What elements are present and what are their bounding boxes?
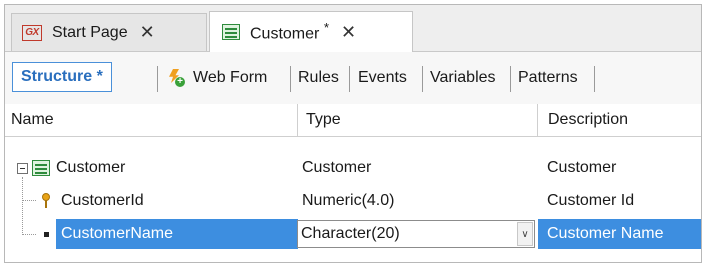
column-header-description[interactable]: Description xyxy=(538,104,701,136)
tab-rules[interactable]: Rules xyxy=(298,66,339,90)
structure-grid-header: Name Type Description xyxy=(5,104,701,137)
close-icon[interactable]: ✕ xyxy=(140,22,155,43)
genexus-icon: GX xyxy=(22,24,42,41)
tab-structure[interactable]: Structure * xyxy=(12,62,112,92)
type-combobox[interactable]: Character(20) ∨ xyxy=(297,220,535,248)
row-description: Customer Id xyxy=(547,192,635,209)
table-icon xyxy=(32,160,50,176)
close-icon[interactable]: ✕ xyxy=(341,22,356,43)
chevron-down-icon[interactable]: ∨ xyxy=(517,222,533,246)
web-form-icon: + xyxy=(167,69,185,87)
modified-indicator: * xyxy=(323,20,329,36)
row-name: CustomerName xyxy=(56,219,298,249)
separator xyxy=(510,66,511,92)
separator xyxy=(157,66,158,92)
tab-events[interactable]: Events xyxy=(358,66,407,90)
tab-start-page[interactable]: GX Start Page ✕ xyxy=(11,13,207,51)
separator xyxy=(422,66,423,92)
tab-variables[interactable]: Variables xyxy=(430,66,496,90)
row-name: Customer xyxy=(56,159,126,176)
structure-row-customer[interactable]: Customer Customer Customer xyxy=(5,153,701,183)
row-description: Customer xyxy=(547,159,617,176)
structure-row-customername[interactable]: CustomerName Character(20) ∨ Customer Na… xyxy=(5,219,701,249)
column-header-name[interactable]: Name xyxy=(5,104,298,136)
row-description: Customer Name xyxy=(538,219,701,249)
collapse-icon[interactable] xyxy=(17,162,28,174)
document-tab-strip: GX Start Page ✕ Customer * ✕ xyxy=(5,5,701,52)
tab-label: Start Page xyxy=(52,23,128,41)
row-type: Numeric(4.0) xyxy=(302,192,395,209)
column-header-type[interactable]: Type xyxy=(298,104,538,136)
separator xyxy=(290,66,291,92)
separator xyxy=(349,66,350,92)
row-name: CustomerId xyxy=(61,192,144,209)
tab-label: Web Form xyxy=(193,69,268,86)
tab-customer[interactable]: Customer * ✕ xyxy=(209,11,413,52)
key-icon xyxy=(41,193,51,209)
bullet-icon xyxy=(44,231,49,237)
tab-patterns[interactable]: Patterns xyxy=(518,66,578,90)
table-icon xyxy=(222,24,240,40)
tab-web-form[interactable]: + Web Form xyxy=(167,66,267,90)
type-value: Character(20) xyxy=(301,225,400,242)
object-editor-window: GX Start Page ✕ Customer * ✕ Structure *… xyxy=(4,4,702,263)
structure-row-customerid[interactable]: CustomerId Numeric(4.0) Customer Id xyxy=(5,186,701,216)
part-tabs-bar: Structure * + Web Form Rules Events Vari… xyxy=(5,52,701,105)
row-type: Customer xyxy=(302,159,372,176)
tab-label: Customer xyxy=(250,25,320,43)
tab-label-wrap: Customer * xyxy=(250,20,329,43)
separator xyxy=(594,66,595,92)
